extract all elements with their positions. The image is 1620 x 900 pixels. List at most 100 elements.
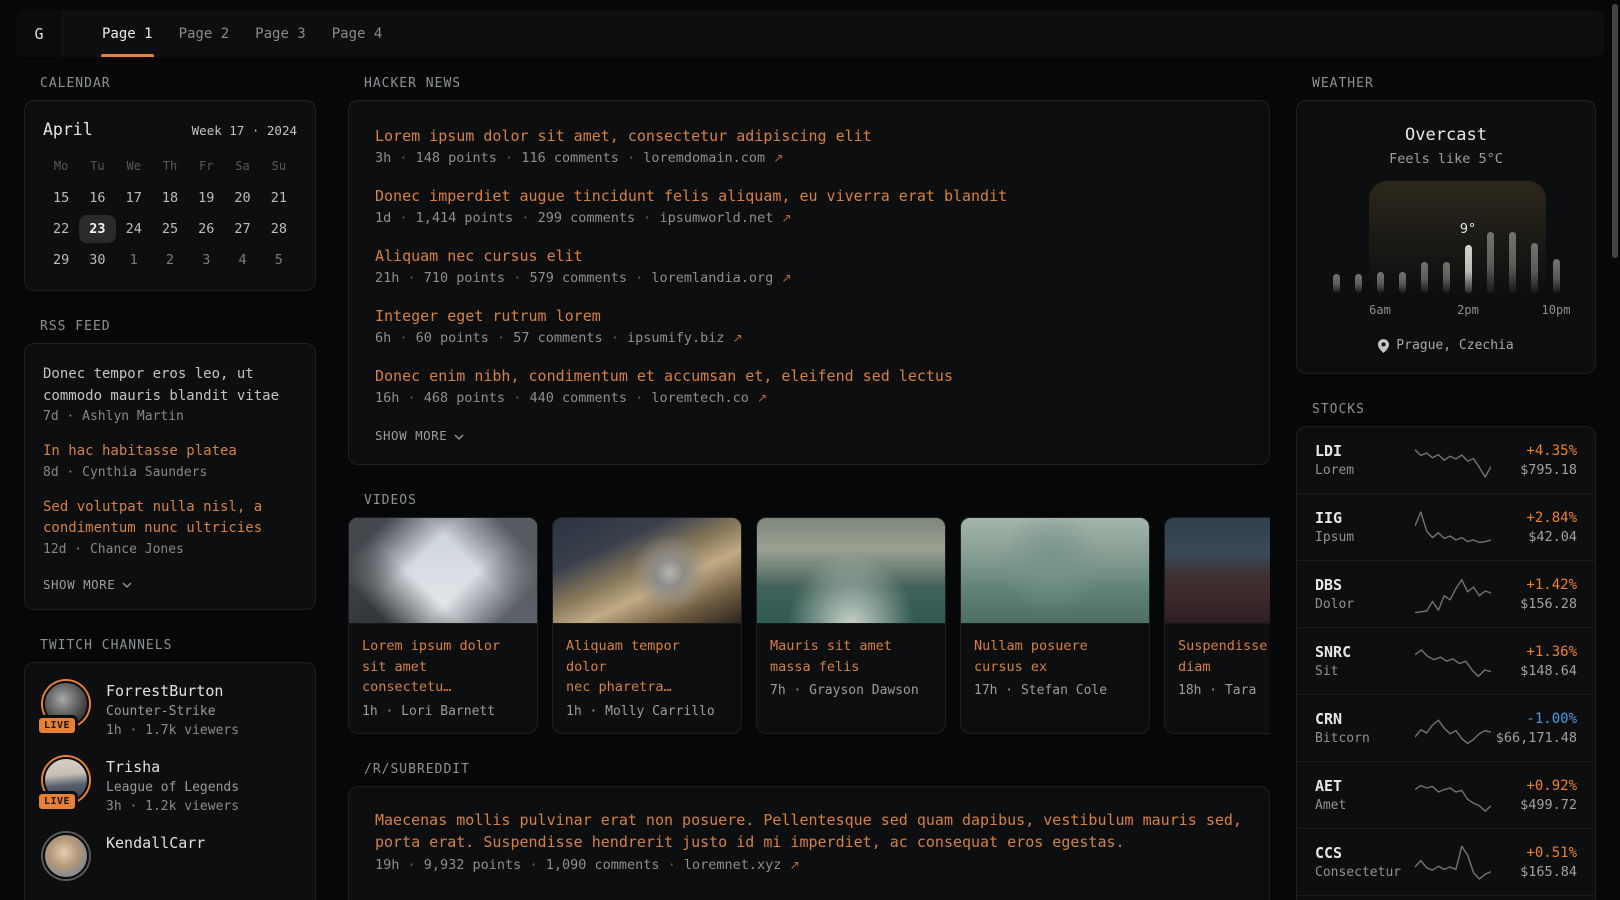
stock-name: Bitcorn (1315, 731, 1415, 746)
weather-location: Prague, Czechia (1396, 338, 1513, 353)
weather-bar (1509, 232, 1516, 293)
twitch-channel-name: KendallCarr (106, 834, 205, 852)
calendar-day: 18 (152, 184, 188, 212)
weather-bar (1399, 272, 1406, 293)
twitch-channel-row[interactable]: KendallCarr (43, 833, 297, 879)
stock-price: $156.28 (1495, 596, 1577, 612)
calendar-day: 2 (152, 246, 188, 274)
calendar-section: CALENDAR April Week 17 · 2024 MoTuWeThFr… (24, 76, 316, 291)
hacker-news-item-meta: 3h · 148 points · 116 comments · loremdo… (375, 150, 1243, 166)
subreddit-item-title[interactable]: Maecenas mollis pulvinar erat non posuer… (375, 809, 1243, 854)
rss-item-title[interactable]: In hac habitasse platea (43, 441, 297, 463)
videos-header: VIDEOS (364, 493, 1270, 508)
weather-bar (1443, 262, 1450, 293)
stock-row[interactable]: CRNBitcorn-1.00%$66,171.48 (1297, 694, 1595, 761)
calendar-day: 29 (43, 246, 79, 274)
hacker-news-item-meta: 16h · 468 points · 440 comments · loremt… (375, 390, 1243, 406)
hacker-news-item-domain-link[interactable]: loremlandia.org ↗ (651, 270, 791, 286)
calendar-day: 22 (43, 215, 79, 243)
video-title[interactable]: Suspendisse diam (1178, 636, 1270, 677)
video-card[interactable]: Aliquam tempor dolor nec pharetra…1h · M… (552, 517, 742, 734)
stock-row[interactable]: CCSConsectetur+0.51%$165.84 (1297, 828, 1595, 895)
stock-row[interactable]: IIGIpsum+2.84%$42.04 (1297, 493, 1595, 560)
twitch-widget: LIVE ForrestBurtonCounter-Strike1h · 1.7k… (24, 662, 316, 900)
weather-time-label: 2pm (1457, 303, 1479, 317)
video-card[interactable]: Mauris sit amet massa felis7h · Grayson … (756, 517, 946, 734)
hacker-news-item-domain-link[interactable]: loremdomain.com ↗ (643, 150, 783, 166)
video-title[interactable]: Aliquam tempor dolor nec pharetra… (566, 636, 728, 698)
twitch-channel-row[interactable]: LIVETrishaLeague of Legends3h · 1.2k vie… (43, 757, 297, 814)
stocks-section: STOCKS LDILorem+4.35%$795.18IIGIpsum+2.8… (1296, 402, 1596, 900)
calendar-day-header: Fr (188, 155, 224, 181)
app-logo[interactable]: G (16, 10, 63, 57)
daylight-region (1369, 181, 1546, 295)
video-meta: 18h · Tara (1178, 683, 1270, 698)
calendar-day: 19 (188, 184, 224, 212)
stock-sparkline (1415, 638, 1495, 684)
video-card[interactable]: Lorem ipsum dolor sit amet consectetu…1h… (348, 517, 538, 734)
stock-row[interactable]: AETAmet+0.92%$499.72 (1297, 761, 1595, 828)
hacker-news-item-title[interactable]: Donec enim nibh, condimentum et accumsan… (375, 365, 1243, 387)
weather-bar-highlighted: 9° (1465, 245, 1472, 293)
calendar-day: 24 (116, 215, 152, 243)
twitch-header: TWITCH CHANNELS (40, 638, 316, 653)
calendar-day-header: Tu (79, 155, 115, 181)
calendar-day: 30 (79, 246, 115, 274)
video-title[interactable]: Lorem ipsum dolor sit amet consectetu… (362, 636, 524, 698)
stock-change: +0.51% (1495, 845, 1577, 861)
rss-item-title[interactable]: Sed volutpat nulla nisl, a condimentum n… (43, 497, 297, 540)
twitch-channel-info: ForrestBurtonCounter-Strike1h · 1.7k vie… (106, 681, 239, 738)
stock-row[interactable]: LDILorem+4.35%$795.18 (1297, 427, 1595, 493)
weather-bar (1333, 274, 1340, 293)
twitch-channel-row[interactable]: LIVEForrestBurtonCounter-Strike1h · 1.7k… (43, 681, 297, 738)
hacker-news-item-domain-link[interactable]: ipsumify.biz ↗ (627, 330, 743, 346)
twitch-avatar-wrap (43, 833, 89, 879)
calendar-header: CALENDAR (40, 76, 316, 91)
weather-bar-chart: 9° 6am2pm10pm (1333, 215, 1560, 319)
stock-name: Dolor (1315, 597, 1415, 612)
calendar-day: 17 (116, 184, 152, 212)
calendar-day: 26 (188, 215, 224, 243)
video-card[interactable]: Nullam posuere cursus ex17h · Stefan Col… (960, 517, 1150, 734)
stock-row[interactable]: SNRCSit+1.36%$148.64 (1297, 627, 1595, 694)
live-badge: LIVE (36, 715, 78, 736)
external-link-icon: ↗ (733, 331, 743, 345)
video-title[interactable]: Mauris sit amet massa felis (770, 636, 932, 677)
stock-row[interactable]: DBSDolor+1.42%$156.28 (1297, 560, 1595, 627)
subreddit-item-domain-link[interactable]: loremnet.xyz ↗ (684, 857, 800, 873)
calendar-day: 1 (116, 246, 152, 274)
stock-price: $165.84 (1495, 864, 1577, 880)
tab-page-1[interactable]: Page 1 (89, 10, 166, 57)
hacker-news-item-domain-link[interactable]: ipsumworld.net ↗ (660, 210, 792, 226)
weather-widget: Overcast Feels like 5°C 9° 6am2pm10pm Pr… (1296, 100, 1596, 374)
stock-ticker: CRN (1315, 710, 1415, 728)
hacker-news-item-domain-link[interactable]: loremtech.co ↗ (651, 390, 767, 406)
hacker-news-show-more-button[interactable]: SHOW MORE (375, 428, 464, 443)
video-title[interactable]: Nullam posuere cursus ex (974, 636, 1136, 677)
rss-item-title[interactable]: Donec tempor eros leo, ut commodo mauris… (43, 364, 297, 407)
rss-item: Donec tempor eros leo, ut commodo mauris… (43, 364, 297, 424)
video-thumbnail (757, 518, 945, 624)
stock-price: $42.04 (1495, 529, 1577, 545)
videos-carousel[interactable]: Lorem ipsum dolor sit amet consectetu…1h… (348, 517, 1270, 734)
calendar-day: 4 (224, 246, 260, 274)
tab-page-3[interactable]: Page 3 (242, 10, 319, 57)
stock-sparkline (1415, 437, 1495, 483)
stock-row[interactable]: AHS+0.46% (1297, 895, 1595, 900)
hacker-news-item-title[interactable]: Donec imperdiet augue tincidunt felis al… (375, 185, 1243, 207)
stock-ticker: LDI (1315, 442, 1415, 460)
tab-page-2[interactable]: Page 2 (166, 10, 243, 57)
stock-change: +1.36% (1495, 644, 1577, 660)
live-badge: LIVE (36, 791, 78, 812)
rss-show-more-button[interactable]: SHOW MORE (43, 577, 132, 592)
video-card[interactable]: Suspendisse diam 18h · Tara (1164, 517, 1270, 734)
hacker-news-item-title[interactable]: Aliquam nec cursus elit (375, 245, 1243, 267)
hacker-news-item-title[interactable]: Integer eget rutrum lorem (375, 305, 1243, 327)
stock-name: Amet (1315, 798, 1415, 813)
tab-page-4[interactable]: Page 4 (319, 10, 396, 57)
external-link-icon: ↗ (790, 858, 800, 872)
calendar-day-header: Sa (224, 155, 260, 181)
page-tabs: Page 1Page 2Page 3Page 4 (89, 10, 395, 57)
hacker-news-item-title[interactable]: Lorem ipsum dolor sit amet, consectetur … (375, 125, 1243, 147)
page-scrollbar[interactable] (1612, 4, 1618, 258)
